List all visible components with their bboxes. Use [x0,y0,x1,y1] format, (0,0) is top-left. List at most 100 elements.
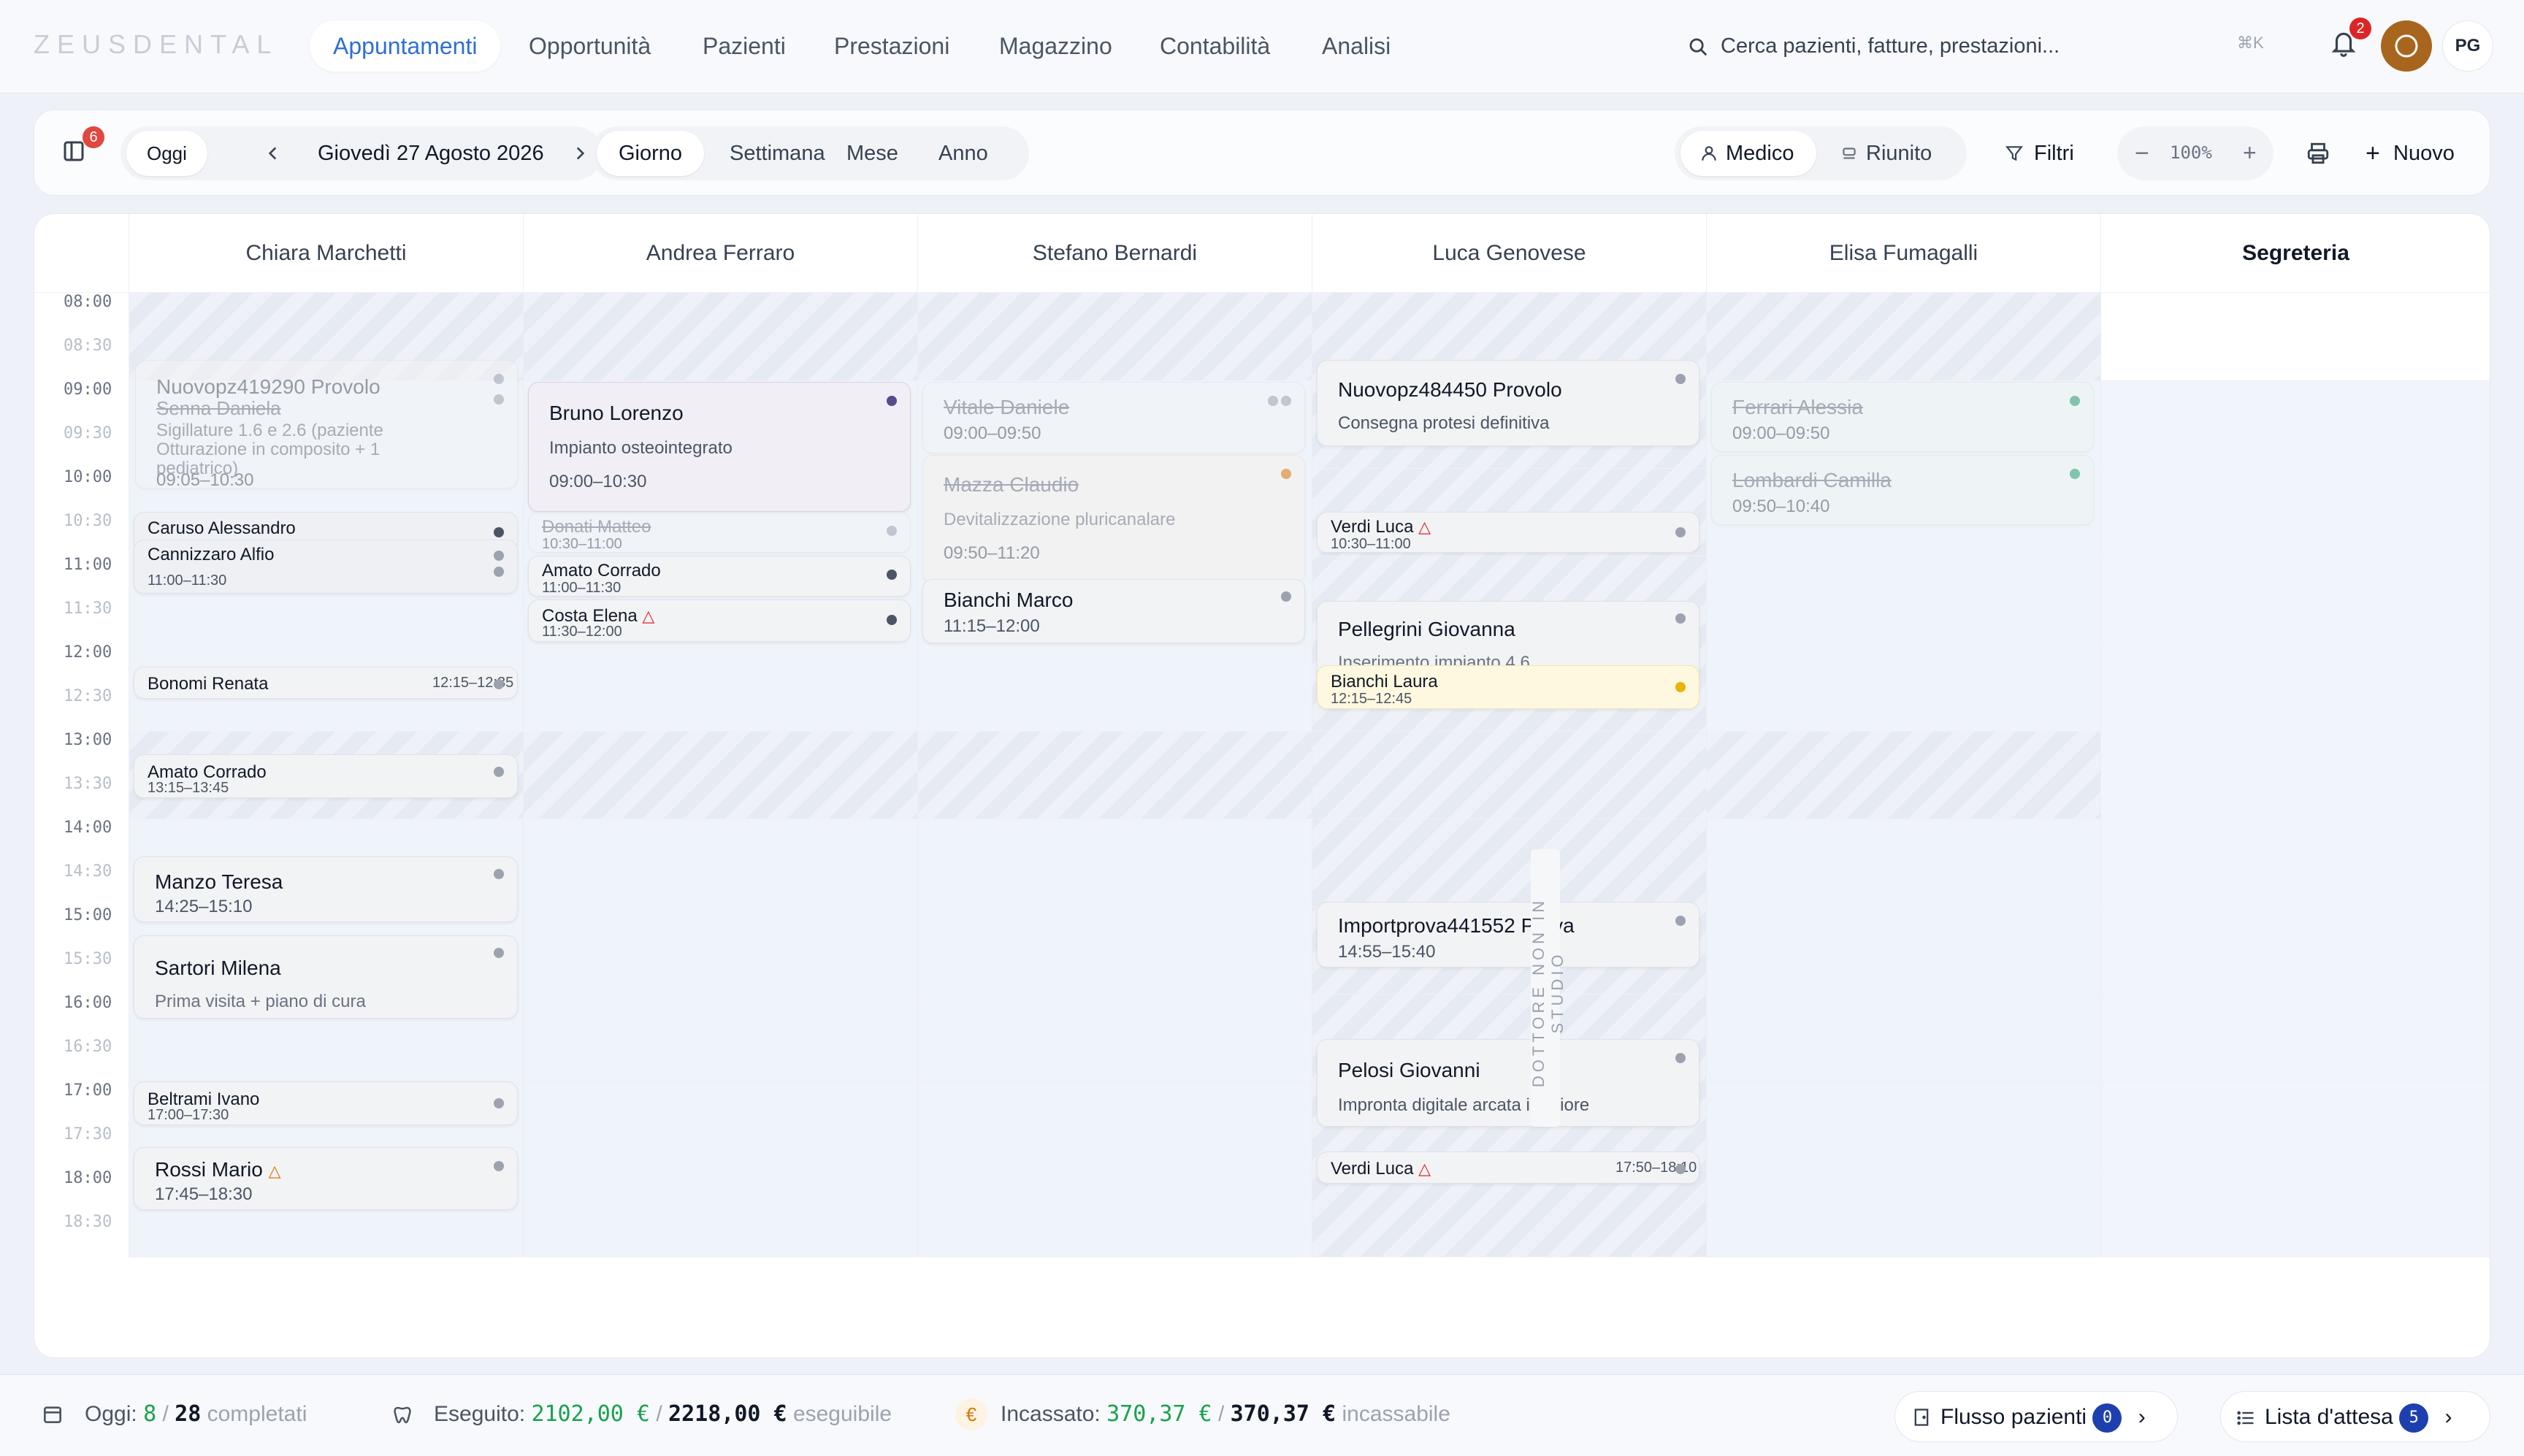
unavailable-block [918,731,1312,819]
euro-icon: € [955,1398,987,1430]
patient-name: Verdi Luca △ [1331,517,1431,537]
status-dot [1675,1053,1686,1063]
chair-icon [1843,147,1856,159]
appointment-time: 17:45–18:30 [155,1184,253,1204]
status-dot [1675,527,1686,537]
chevron-right-icon[interactable] [570,144,589,163]
column-header-segreteria[interactable]: Segreteria [2101,214,2490,293]
zoom-in-button[interactable]: + [2243,139,2257,166]
time-label: 14:00 [64,819,112,837]
view-day[interactable]: Giorno [597,131,705,176]
today-total: 28 [175,1401,202,1427]
app-logo[interactable]: ZEUSDENTAL [34,29,278,60]
appointment-card[interactable]: Verdi Luca △ 17:50–18:10 [1317,1152,1699,1184]
patient-name: Nuovopz484450 Provolo [1338,378,1562,401]
search-input[interactable]: Cerca pazienti, fatture, prestazioni... [1680,22,2308,70]
chevron-left-icon[interactable] [264,144,283,163]
appointment-card[interactable]: Mazza Claudio Devitalizzazione pluricana… [922,455,1305,583]
patient-name-text: Verdi Luca [1331,1159,1414,1179]
chat-avatar[interactable] [2381,20,2432,72]
appointment-card[interactable]: Bianchi Marco 11:15–12:00 [922,579,1305,643]
doctor-absent-banner: DOTTORE NON IN STUDIO [1529,849,1567,1127]
tab-opportunita[interactable]: Opportunità [505,20,674,72]
patient-flow-button[interactable]: Flusso pazienti 0 › [1894,1391,2178,1442]
appointment-card[interactable]: Lombardi Camilla 09:50–10:40 [1711,455,2094,525]
column-header-marchetti[interactable]: Chiara Marchetti [129,214,524,293]
patient-name: Caruso Alessandro [148,518,296,538]
appointment-card[interactable]: Costa Elena △ 11:30–12:00 [528,599,911,642]
appointment-card[interactable]: Sartori Milena Prima visita + piano di c… [134,935,518,1019]
mode-chair[interactable]: Riunito [1821,131,1954,176]
patient-flow-count: 0 [2092,1403,2122,1433]
appointment-card[interactable]: Amato Corrado 13:15–13:45 [134,754,518,798]
appointment-card[interactable]: Donati Matteo 10:30–11:00 [528,512,911,553]
tab-prestazioni[interactable]: Prestazioni [811,20,973,72]
today-button[interactable]: Oggi [126,131,207,176]
printer-icon[interactable] [2306,141,2330,166]
appointment-card[interactable]: Manzo Teresa 14:25–15:10 [134,857,518,922]
time-header [34,214,129,293]
separator: / [656,1402,662,1426]
appointment-time: 13:15–13:45 [148,780,229,796]
status-dot [494,948,504,958]
time-label: 12:00 [64,643,112,662]
separator: / [1217,1402,1225,1426]
notification-badge: 2 [2349,18,2371,39]
status-dot [494,869,504,879]
appointment-card[interactable]: Ferrari Alessia 09:00–09:50 [1711,382,2094,452]
search-placeholder: Cerca pazienti, fatture, prestazioni... [1721,34,2060,58]
appointment-card[interactable]: Verdi Luca △ 10:30–11:00 [1317,512,1699,553]
status-dot [1675,374,1686,384]
column-header-genovese[interactable]: Luca Genovese [1312,214,1707,293]
time-label: 08:00 [64,293,112,311]
cash-summary: Incassato: 370,37 € / 370,37 € incassabi… [1001,1401,1450,1427]
appointment-card[interactable]: Rossi Mario △ 17:45–18:30 [134,1147,518,1210]
filter-button[interactable]: Filtri [2005,126,2074,180]
tab-magazzino[interactable]: Magazzino [976,20,1136,72]
executed-summary: Eseguito: 2102,00 € / 2218,00 € eseguibi… [434,1401,892,1427]
tab-contabilita[interactable]: Contabilità [1136,20,1293,72]
column-header-fumagalli[interactable]: Elisa Fumagalli [1707,214,2101,293]
patient-name: Rossi Mario △ [155,1158,281,1181]
time-label: 08:30 [64,337,112,355]
appointment-card[interactable]: Amato Corrado 11:00–11:30 [528,556,911,597]
appointment-card[interactable]: Beltrami Ivano 17:00–17:30 [134,1081,518,1125]
patient-name: Bruno Lorenzo [549,402,684,424]
view-month[interactable]: Mese [825,131,920,176]
appointment-time: 11:00–11:30 [542,580,622,596]
appointment-card[interactable]: Bonomi Renata 12:15–12:35 [134,667,518,699]
appointment-time: 11:00–11:30 [148,572,227,589]
time-label: 17:30 [64,1125,112,1143]
appointment-time: 14:55–15:40 [1338,942,1436,962]
appointment-card[interactable]: Importprova441552 Prova 14:55–15:40 [1317,902,1699,968]
view-year[interactable]: Anno [917,131,1010,176]
time-column: 08:00 08:30 09:00 09:30 10:00 10:30 11:0… [34,293,129,1257]
waitlist-label: Lista d'attesa [2265,1405,2393,1429]
column-header-bernardi[interactable]: Stefano Bernardi [918,214,1312,293]
tab-appuntamenti[interactable]: Appuntamenti [310,20,501,72]
appointment-card[interactable]: Nuovopz484450 Provolo Consegna protesi d… [1317,360,1699,446]
time-label: 13:00 [64,731,112,749]
appointment-note: Devitalizzazione pluricanalare [944,510,1176,529]
tab-analisi[interactable]: Analisi [1299,20,1414,72]
today-done: 8 [143,1401,157,1427]
appointment-card[interactable]: Cannizzaro Alfio 11:00–11:30 [134,540,518,594]
zoom-out-button[interactable]: − [2135,139,2149,168]
appointment-card[interactable]: Nuovopz419290 Provolo Senna Daniela Sigi… [135,360,518,488]
status-dot [887,570,897,580]
appointment-card[interactable]: Pelosi Giovanni Impronta digitale arcata… [1317,1039,1699,1127]
waitlist-button[interactable]: Lista d'attesa 5 › [2220,1391,2490,1442]
status-dot [494,767,504,777]
column-header-ferraro[interactable]: Andrea Ferraro [524,214,918,293]
mode-doctor[interactable]: Medico [1680,131,1816,176]
executed-value: 2102,00 € [531,1401,650,1427]
column-segreteria[interactable] [2101,293,2490,1257]
new-appointment-button[interactable]: + Nuovo [2366,126,2455,180]
status-dot [887,615,897,625]
appointment-card[interactable]: Vitale Daniele 09:00–09:50 [922,382,1305,453]
appointment-card[interactable]: Bianchi Laura 12:15–12:45 [1317,665,1699,709]
user-avatar[interactable]: PG [2442,20,2493,72]
appointment-card[interactable]: Bruno Lorenzo Impianto osteointegrato 09… [528,382,911,512]
executed-total: 2218,00 € [668,1401,787,1427]
tab-pazienti[interactable]: Pazienti [679,20,809,72]
